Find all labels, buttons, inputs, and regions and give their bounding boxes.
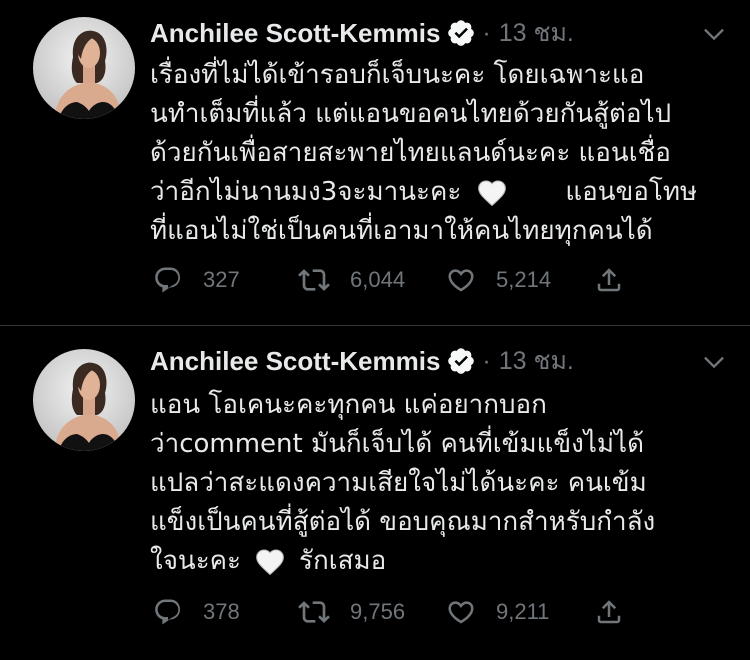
tweet[interactable]: Anchilee Scott-Kemmis · 13 ชม. เรื่องที่ไ… xyxy=(0,0,750,326)
like-button[interactable]: 9,211 xyxy=(446,594,549,630)
tweet-text-line: เรื่องที่ไม่ได้เข้ารอบก็เจ็บนะคะ โดยเฉพา… xyxy=(150,60,645,90)
author-name[interactable]: Anchilee Scott-Kemmis xyxy=(150,346,440,377)
retweet-icon xyxy=(298,601,330,623)
retweet-button[interactable]: 9,756 xyxy=(298,594,405,630)
verified-badge-icon xyxy=(446,346,476,376)
reply-count: 327 xyxy=(203,267,240,292)
tweet-actions: 378 9,756 9,211 xyxy=(0,594,750,630)
tweet-time[interactable]: 13 ชม. xyxy=(499,347,574,375)
tweet-text-line: ว่าอีกไม่นานมง3จะมานะคะ แอนขอโทษ xyxy=(150,173,740,212)
tweet-text-line: แปลว่าสะแดงความเสียใจไม่ได้นะคะ คนเข้ม xyxy=(150,468,647,498)
avatar[interactable] xyxy=(33,349,135,451)
heart-outline-icon xyxy=(448,269,474,292)
reply-icon xyxy=(155,599,181,625)
tweet-text: เรื่องที่ไม่ได้เข้ารอบก็เจ็บนะคะ โดยเฉพา… xyxy=(150,56,740,251)
tweet-text: แอน โอเคนะคะทุกคน แค่อยากบอก ว่าcomment … xyxy=(150,386,740,581)
tweet-text-line: ว่าcomment มันก็เจ็บได้ คนที่เข้มแข็งไม่… xyxy=(150,429,644,459)
tweet-time[interactable]: 13 ชม. xyxy=(499,19,574,47)
reply-button[interactable]: 327 xyxy=(153,262,240,298)
avatar[interactable] xyxy=(33,17,135,119)
share-icon xyxy=(597,268,621,292)
reply-count: 378 xyxy=(203,599,240,624)
tweet-text-line: ใจนะคะ รักเสมอ xyxy=(150,542,740,581)
retweet-count: 6,044 xyxy=(350,267,406,292)
like-count: 5,214 xyxy=(496,267,552,292)
tweet-text-segment: ใจนะคะ xyxy=(150,546,242,576)
like-button[interactable]: 5,214 xyxy=(446,262,551,298)
retweet-icon xyxy=(298,269,330,291)
tweet-meta: · 13 ชม. xyxy=(482,13,573,53)
share-icon xyxy=(597,600,621,624)
tweet-meta: · 13 ชม. xyxy=(482,341,573,381)
retweet-count: 9,756 xyxy=(350,599,406,624)
tweet-text-segment: รักเสมอ xyxy=(299,546,387,576)
tweet-header: Anchilee Scott-Kemmis · 13 ชม. xyxy=(150,14,574,52)
share-button[interactable] xyxy=(594,262,624,298)
more-options-button[interactable] xyxy=(700,20,728,48)
avatar-photo xyxy=(33,17,135,119)
tweet-text-segment: แอนขอโทษ xyxy=(565,177,698,207)
tweet[interactable]: Anchilee Scott-Kemmis · 13 ชม. แอน โอเคนะ… xyxy=(0,326,750,660)
heart-outline-icon xyxy=(448,601,474,624)
timeline: Anchilee Scott-Kemmis · 13 ชม. เรื่องที่ไ… xyxy=(0,0,750,660)
white-heart-icon xyxy=(475,177,509,209)
author-name[interactable]: Anchilee Scott-Kemmis xyxy=(150,18,440,49)
tweet-actions: 327 6,044 5,214 xyxy=(0,262,750,298)
verified-badge-icon xyxy=(446,18,476,48)
separator-dot: · xyxy=(482,347,491,375)
chevron-down-icon xyxy=(704,28,724,41)
share-button[interactable] xyxy=(594,594,624,630)
white-heart-icon xyxy=(253,546,287,578)
separator-dot: · xyxy=(482,19,491,47)
tweet-text-line: แข็งเป็นคนที่สู้ต่อได้ ขอบคุณมากสำหรับกำ… xyxy=(150,507,656,537)
chevron-down-icon xyxy=(704,356,724,369)
more-options-button[interactable] xyxy=(700,348,728,376)
like-count: 9,211 xyxy=(496,599,550,624)
tweet-text-segment: ว่าอีกไม่นานมง3จะมานะคะ xyxy=(150,177,462,207)
tweet-header: Anchilee Scott-Kemmis · 13 ชม. xyxy=(150,342,574,380)
reply-icon xyxy=(155,267,181,293)
tweet-text-line: นทำเต็มที่แล้ว แต่แอนขอคนไทยด้วยกันสู้ต่… xyxy=(150,99,672,129)
tweet-text-line: ด้วยกันเพื่อสายสะพายไทยแลนด์นะคะ แอนเชื่… xyxy=(150,138,671,168)
retweet-button[interactable]: 6,044 xyxy=(298,262,405,298)
tweet-text-line: แอน โอเคนะคะทุกคน แค่อยากบอก xyxy=(150,390,547,420)
reply-button[interactable]: 378 xyxy=(153,594,240,630)
tweet-text-line: ที่แอนไม่ใช่เป็นคนที่เอามาให้คนไทยทุกคนไ… xyxy=(150,216,653,246)
avatar-photo xyxy=(33,349,135,451)
